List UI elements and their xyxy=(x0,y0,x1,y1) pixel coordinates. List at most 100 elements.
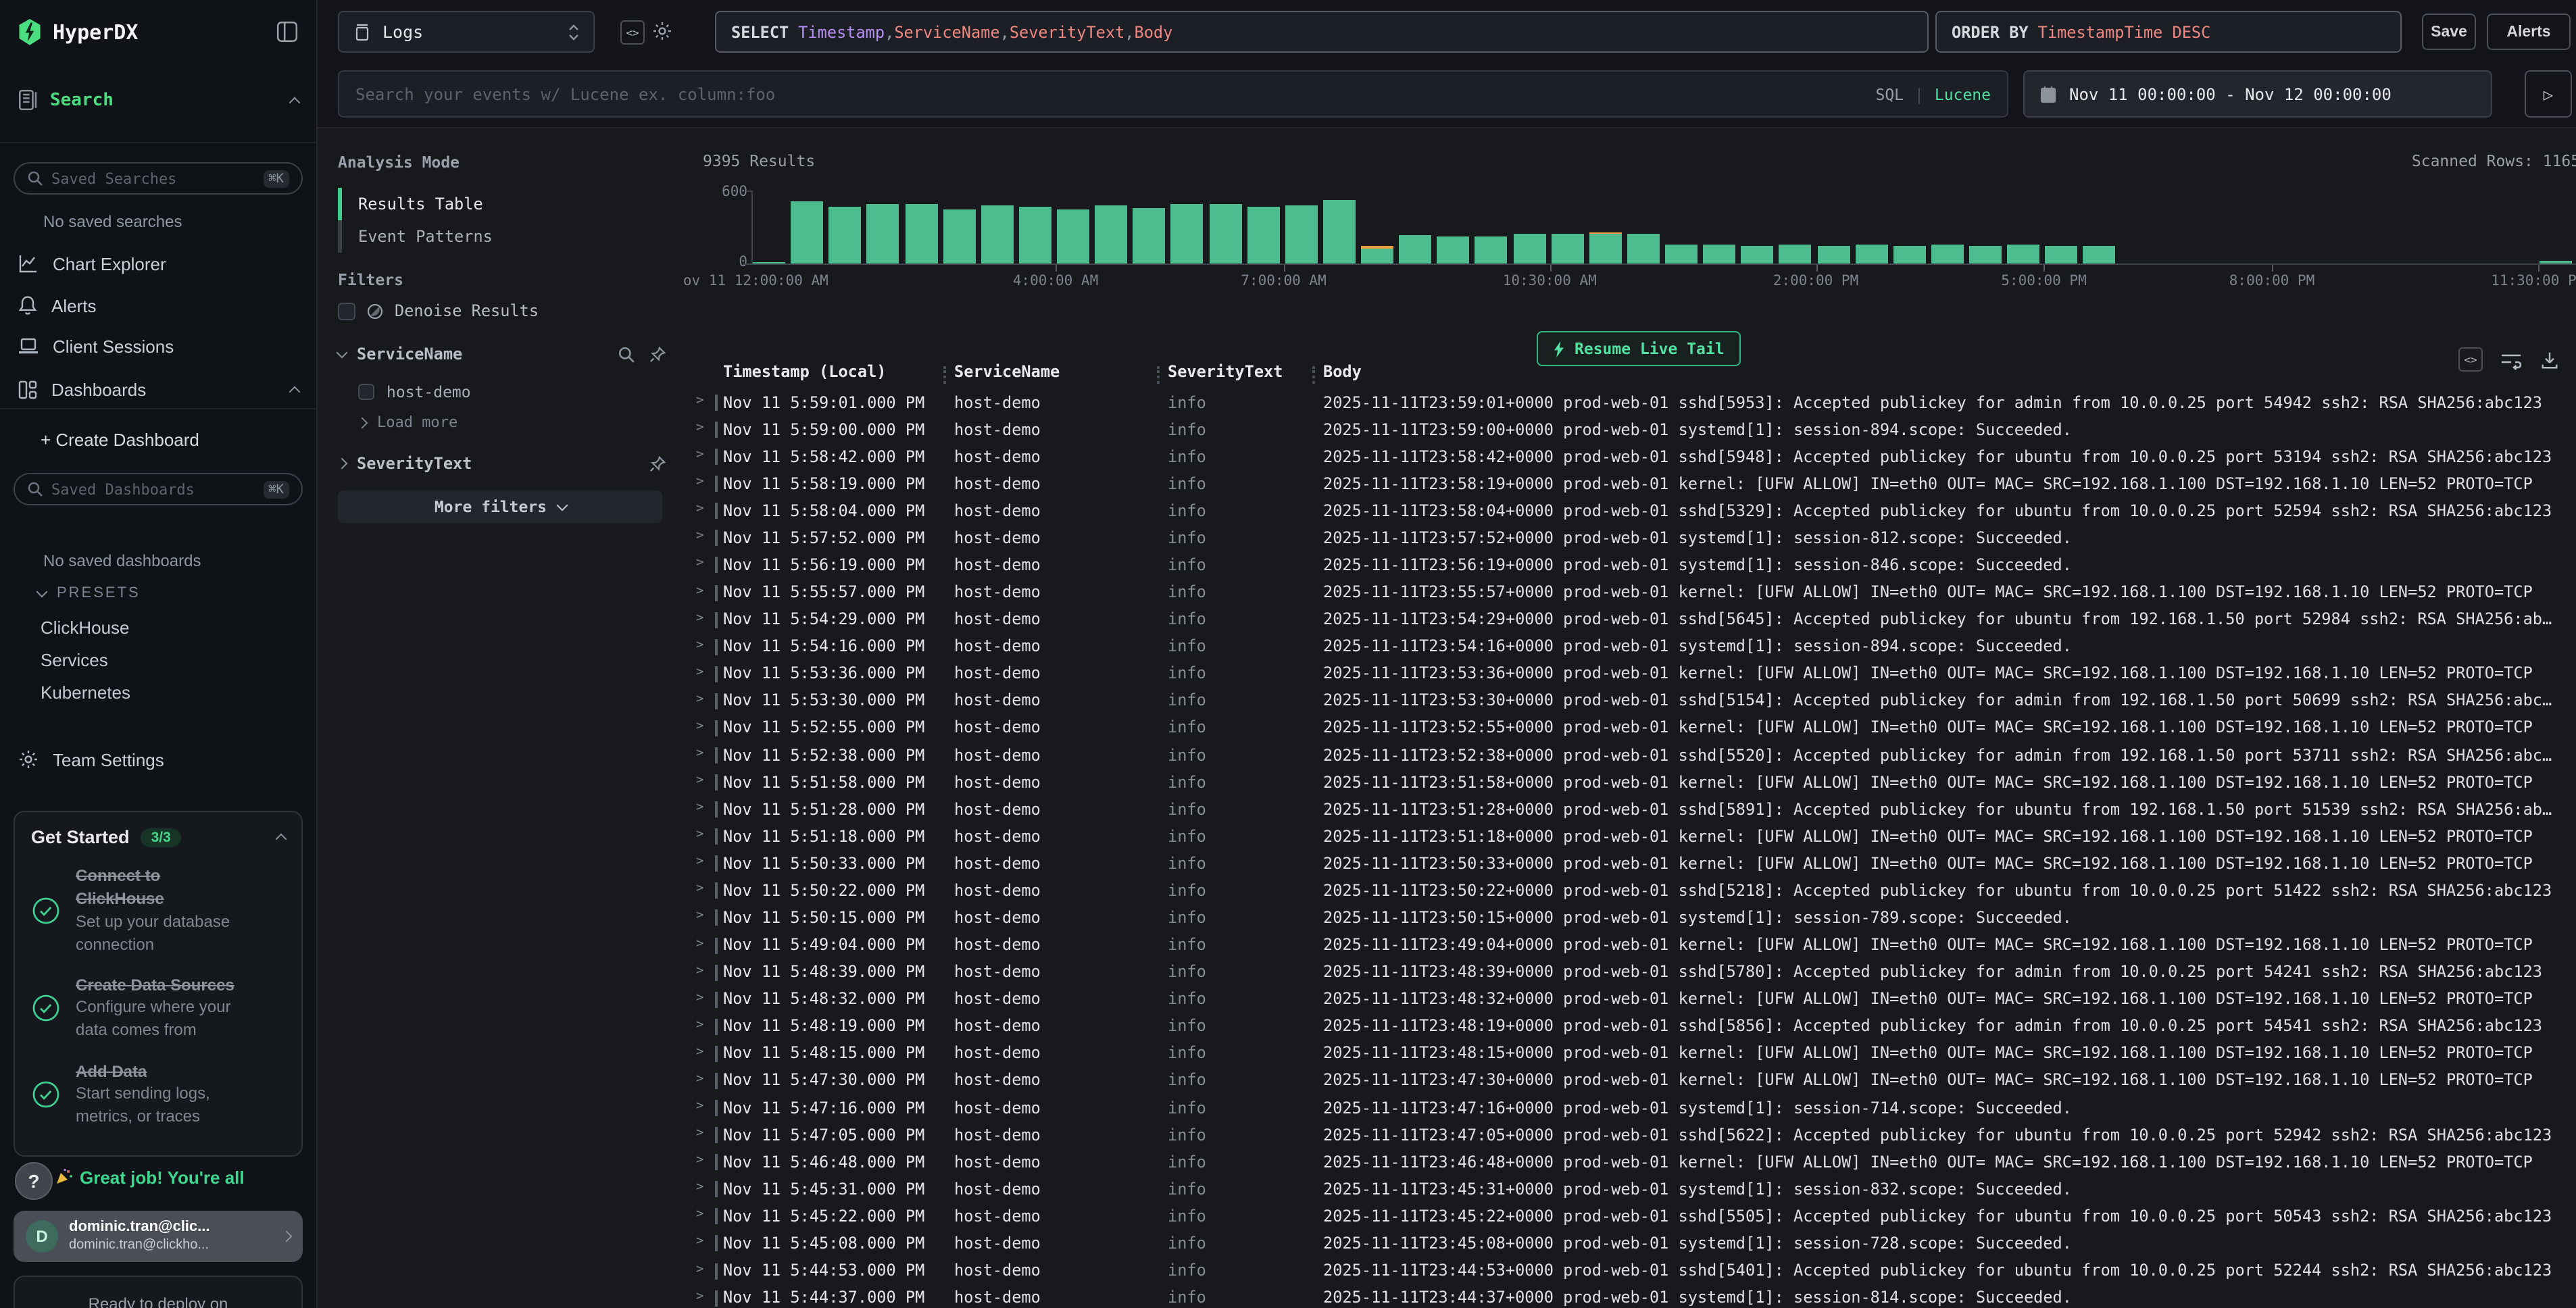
histogram-bar[interactable] xyxy=(1855,245,1887,263)
log-row[interactable]: >Nov 11 5:59:00.000 PMhost-demoinfo2025-… xyxy=(683,416,2576,443)
severity-text-group[interactable]: SeverityText xyxy=(338,454,666,473)
log-row[interactable]: >Nov 11 5:53:30.000 PMhost-demoinfo2025-… xyxy=(683,688,2576,715)
histogram-bar[interactable] xyxy=(829,207,862,263)
order-by-input[interactable]: ORDER BY TimestampTime DESC xyxy=(1935,11,2402,53)
get-started-step-connect[interactable]: Connect to ClickHouse Set up your databa… xyxy=(31,865,285,956)
service-name-group[interactable]: ServiceName xyxy=(338,345,666,363)
expand-row-icon[interactable]: > xyxy=(696,665,703,680)
log-row[interactable]: >Nov 11 5:47:05.000 PMhost-demoinfo2025-… xyxy=(683,1122,2576,1149)
expand-row-icon[interactable]: > xyxy=(696,393,703,408)
expand-row-icon[interactable]: > xyxy=(696,990,703,1005)
saved-dashboards-input[interactable]: Saved Dashboards ⌘K xyxy=(14,473,303,505)
chevron-up-icon[interactable] xyxy=(289,386,301,397)
expand-row-icon[interactable]: > xyxy=(696,1180,703,1195)
expand-row-icon[interactable]: > xyxy=(696,882,703,897)
expand-row-icon[interactable]: > xyxy=(696,1207,703,1222)
mode-event-patterns[interactable]: Event Patterns xyxy=(338,220,666,253)
histogram-bar[interactable] xyxy=(1551,234,1583,263)
histogram-bar[interactable] xyxy=(867,204,899,263)
denoise-results-row[interactable]: Denoise Results xyxy=(338,301,666,320)
resume-live-tail-button[interactable]: Resume Live Tail xyxy=(1537,331,1741,366)
sidebar-item-dashboards[interactable]: Dashboards xyxy=(18,374,299,404)
log-row[interactable]: >Nov 11 5:54:16.000 PMhost-demoinfo2025-… xyxy=(683,633,2576,660)
col-timestamp[interactable]: Timestamp (Local) xyxy=(723,362,887,381)
column-resize-handle[interactable] xyxy=(1312,366,1315,384)
log-row[interactable]: >Nov 11 5:48:19.000 PMhost-demoinfo2025-… xyxy=(683,1013,2576,1040)
histogram-bar[interactable] xyxy=(1285,205,1318,263)
presets-section[interactable]: PRESETS xyxy=(38,585,141,601)
histogram-bar[interactable] xyxy=(1893,246,1926,263)
log-row[interactable]: >Nov 11 5:47:30.000 PMhost-demoinfo2025-… xyxy=(683,1067,2576,1095)
sql-toggle[interactable]: SQL xyxy=(1875,84,1904,103)
log-row[interactable]: >Nov 11 5:50:33.000 PMhost-demoinfo2025-… xyxy=(683,851,2576,878)
histogram-bar[interactable] xyxy=(1209,203,1241,263)
load-more-row[interactable]: Load more xyxy=(358,413,666,431)
log-row[interactable]: >Nov 11 5:50:15.000 PMhost-demoinfo2025-… xyxy=(683,905,2576,932)
log-row[interactable]: >Nov 11 5:51:28.000 PMhost-demoinfo2025-… xyxy=(683,796,2576,823)
log-row[interactable]: >Nov 11 5:45:08.000 PMhost-demoinfo2025-… xyxy=(683,1230,2576,1257)
histogram-bar[interactable] xyxy=(1969,245,2002,263)
lucene-search-input[interactable]: Search your events w/ Lucene ex. column:… xyxy=(338,70,2008,118)
sidebar-item-chart-explorer[interactable]: Chart Explorer xyxy=(18,249,299,278)
log-row[interactable]: >Nov 11 5:52:38.000 PMhost-demoinfo2025-… xyxy=(683,742,2576,769)
histogram-bar[interactable] xyxy=(1171,205,1204,263)
col-servicename[interactable]: ServiceName xyxy=(954,362,1060,381)
expand-row-icon[interactable]: > xyxy=(696,800,703,815)
histogram-bar[interactable] xyxy=(2046,245,2078,263)
create-dashboard-button[interactable]: + Create Dashboard xyxy=(41,430,199,450)
histogram-bar[interactable] xyxy=(1323,199,1356,263)
histogram-bar[interactable] xyxy=(1513,234,1545,263)
expand-row-icon[interactable]: > xyxy=(696,1099,703,1113)
histogram-bar[interactable] xyxy=(1247,207,1279,263)
histogram-bar[interactable] xyxy=(791,201,823,263)
histogram-bar[interactable] xyxy=(981,205,1014,263)
preset-clickhouse[interactable]: ClickHouse xyxy=(41,618,130,638)
histogram-bar[interactable] xyxy=(1741,245,1774,263)
log-row[interactable]: >Nov 11 5:52:55.000 PMhost-demoinfo2025-… xyxy=(683,715,2576,742)
expand-row-icon[interactable]: > xyxy=(696,1153,703,1167)
histogram-bar[interactable] xyxy=(1665,245,1698,263)
histogram-bar[interactable] xyxy=(1817,245,1850,263)
expand-row-icon[interactable]: > xyxy=(696,474,703,489)
histogram-bar[interactable] xyxy=(1019,206,1051,263)
histogram-bar[interactable] xyxy=(1703,245,1735,263)
save-button[interactable]: Save xyxy=(2422,14,2476,50)
log-row[interactable]: >Nov 11 5:45:31.000 PMhost-demoinfo2025-… xyxy=(683,1176,2576,1203)
log-row[interactable]: >Nov 11 5:48:39.000 PMhost-demoinfo2025-… xyxy=(683,959,2576,986)
help-button[interactable]: ? xyxy=(15,1162,53,1200)
expand-row-icon[interactable]: > xyxy=(696,909,703,924)
expand-row-icon[interactable]: > xyxy=(696,502,703,517)
log-row[interactable]: >Nov 11 5:58:42.000 PMhost-demoinfo2025-… xyxy=(683,443,2576,470)
run-query-button[interactable]: ▷ xyxy=(2525,70,2572,118)
histogram-bar[interactable] xyxy=(753,261,785,263)
expand-row-icon[interactable]: > xyxy=(696,529,703,544)
log-row[interactable]: >Nov 11 5:47:16.000 PMhost-demoinfo2025-… xyxy=(683,1095,2576,1122)
expand-row-icon[interactable]: > xyxy=(696,610,703,625)
preset-services[interactable]: Services xyxy=(41,650,108,670)
user-menu[interactable]: D dominic.tran@clic... dominic.tran@clic… xyxy=(14,1211,303,1262)
histogram-bar[interactable] xyxy=(1779,245,1812,263)
log-row[interactable]: >Nov 11 5:57:52.000 PMhost-demoinfo2025-… xyxy=(683,525,2576,552)
expand-row-icon[interactable]: > xyxy=(696,1017,703,1032)
histogram-bar[interactable] xyxy=(1133,207,1166,263)
expand-row-icon[interactable]: > xyxy=(696,855,703,870)
log-row[interactable]: >Nov 11 5:58:19.000 PMhost-demoinfo2025-… xyxy=(683,470,2576,497)
expand-row-icon[interactable]: > xyxy=(696,556,703,571)
histogram-bar[interactable] xyxy=(1361,249,1393,263)
events-histogram[interactable]: 600 0 Nov 11 12:00:00 AM4:00:00 AM7:00:0… xyxy=(683,180,2576,288)
chevron-up-icon[interactable] xyxy=(289,97,301,108)
expand-row-icon[interactable]: > xyxy=(696,773,703,788)
get-started-step-sources[interactable]: Create Data Sources Configure where your… xyxy=(31,974,285,1042)
sidebar-item-client-sessions[interactable]: Client Sessions xyxy=(18,331,299,361)
log-row[interactable]: >Nov 11 5:56:19.000 PMhost-demoinfo2025-… xyxy=(683,552,2576,579)
histogram-bar[interactable] xyxy=(2540,261,2572,263)
log-row[interactable]: >Nov 11 5:49:04.000 PMhost-demoinfo2025-… xyxy=(683,932,2576,959)
histogram-warn-bar[interactable] xyxy=(1589,232,1622,234)
histogram-warn-bar[interactable] xyxy=(1361,246,1393,249)
histogram-bar[interactable] xyxy=(1057,210,1089,263)
date-range-picker[interactable]: Nov 11 00:00:00 - Nov 12 00:00:00 xyxy=(2023,70,2492,118)
host-demo-checkbox[interactable] xyxy=(358,384,374,400)
col-severitytext[interactable]: SeverityText xyxy=(1168,362,1283,381)
histogram-bar[interactable] xyxy=(2007,245,2039,263)
expand-row-icon[interactable]: > xyxy=(696,583,703,598)
